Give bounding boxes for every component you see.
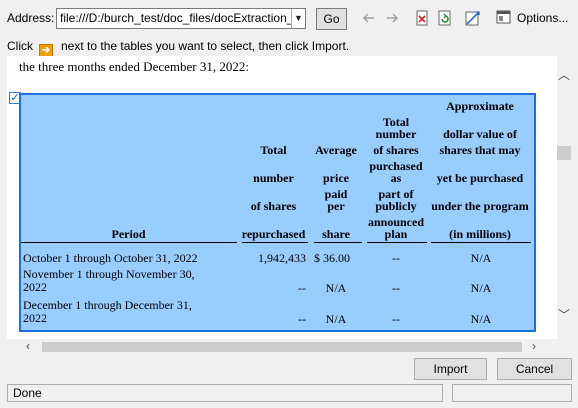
row2-period-line2: 2022 [23, 280, 47, 294]
status-text: Done [13, 386, 42, 400]
scroll-right-icon[interactable]: › [527, 339, 541, 354]
address-value: file:///D:/burch_test/doc_files/docExtra… [60, 11, 294, 25]
row2-period-line1: November 1 through November 30, [23, 267, 195, 281]
scroll-left-icon[interactable]: ‹ [21, 339, 35, 354]
options-button[interactable]: Options... [496, 9, 576, 27]
row3-plan: -- [392, 312, 400, 326]
row2-shares: -- [298, 281, 306, 295]
header-plan-7: publicly [375, 199, 417, 213]
selected-table[interactable]: Approximate dollar value of shares that … [19, 93, 536, 332]
intro-text: the three months ended December 31, 2022… [19, 59, 249, 74]
row3-period-line2: 2022 [23, 311, 47, 325]
vertical-scroll-thumb[interactable] [557, 146, 571, 160]
header-plan-9: plan [384, 227, 408, 241]
header-period: Period [111, 227, 146, 241]
horizontal-scroll-thumb[interactable] [42, 342, 522, 352]
hint-text-before: Click [7, 39, 33, 53]
horizontal-scrollbar[interactable]: ‹ › [7, 339, 557, 354]
header-approx-3: shares that may [439, 143, 521, 157]
row1-period: October 1 through October 31, 2022 [23, 251, 198, 265]
address-dropdown-icon[interactable]: ▼ [291, 9, 305, 28]
scroll-down-icon[interactable]: ﹀ [557, 308, 571, 322]
import-button[interactable]: Import [414, 358, 487, 380]
row1-shares: 1,942,433 [258, 251, 306, 265]
header-plan-2: number [375, 127, 417, 141]
header-shares-1: Total [260, 143, 287, 157]
header-plan-3: of shares [373, 143, 419, 157]
header-price-5: share [322, 227, 350, 241]
header-rule-period [21, 242, 237, 243]
header-rule-approx [431, 242, 531, 243]
row1-approx: N/A [470, 251, 492, 265]
show-icons-icon[interactable] [464, 9, 482, 27]
header-price-1: Average [315, 143, 357, 157]
header-approx-5: under the program [431, 199, 529, 213]
row1-plan: -- [392, 251, 400, 265]
row3-price: N/A [325, 312, 347, 326]
row1-price: $ 36.00 [314, 251, 350, 265]
header-shares-4: repurchased [241, 227, 306, 241]
toolbar: Address: file:///D:/burch_test/doc_files… [0, 0, 578, 36]
back-arrow-icon[interactable] [360, 9, 378, 27]
header-rule-plan [367, 242, 427, 243]
refresh-icon[interactable] [436, 9, 454, 27]
vertical-scrollbar[interactable]: ︿ ﹀ [557, 56, 571, 339]
status-bar-secondary [452, 384, 572, 402]
row2-approx: N/A [470, 281, 492, 295]
options-label: Options... [517, 11, 569, 25]
header-approx-4: yet be purchased [436, 171, 524, 185]
stop-icon[interactable] [413, 9, 431, 27]
cancel-button[interactable]: Cancel [497, 358, 572, 380]
address-input[interactable]: file:///D:/burch_test/doc_files/docExtra… [56, 8, 306, 29]
status-bar: Done [7, 384, 443, 402]
header-rule-price [314, 242, 362, 243]
header-approx-6: (in millions) [449, 227, 511, 241]
address-label: Address: [7, 11, 55, 25]
header-rule-shares [242, 242, 308, 243]
row3-period-line1: December 1 through December 31, [23, 298, 192, 312]
header-price-2: price [323, 171, 349, 185]
row2-plan: -- [392, 281, 400, 295]
header-approx-1: Approximate [446, 99, 514, 113]
row3-shares: -- [298, 312, 306, 326]
go-button[interactable]: Go [316, 8, 347, 30]
hint-text-after: next to the tables you want to select, t… [61, 39, 350, 53]
header-shares-2: number [253, 171, 294, 185]
document-preview[interactable]: the three months ended December 31, 2022… [7, 56, 557, 339]
header-price-4: per [327, 199, 345, 213]
header-shares-3: of shares [250, 199, 297, 213]
row2-price: N/A [325, 281, 347, 295]
options-icon [496, 10, 511, 24]
header-approx-2: dollar value of [443, 127, 517, 141]
forward-arrow-icon[interactable] [383, 9, 401, 27]
header-plan-5: as [390, 171, 402, 185]
row3-approx: N/A [470, 312, 492, 326]
scroll-up-icon[interactable]: ︿ [557, 68, 571, 82]
